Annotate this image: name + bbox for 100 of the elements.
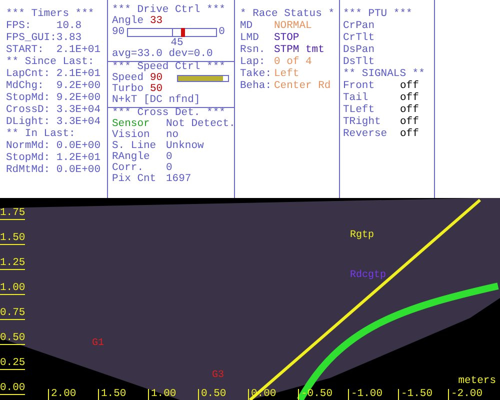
status-value: 0 of 4 xyxy=(274,56,312,68)
angle-value: 33 xyxy=(150,16,163,27)
detection-value: 0 xyxy=(166,152,172,163)
timer-label: FPS: xyxy=(6,20,32,32)
signal-value: off xyxy=(400,104,419,116)
detection-label: Sensor xyxy=(112,119,151,130)
turbo-value: 50 xyxy=(150,84,163,95)
slider-max-label: 90 xyxy=(112,27,125,38)
timer-label: NormMd: xyxy=(6,140,52,152)
timer-value: 9.2E+00 xyxy=(56,80,100,92)
axis-label: 0.50 xyxy=(198,389,226,400)
axis-label: 1.00 xyxy=(148,389,176,400)
ptu-item: DsPan xyxy=(343,44,376,56)
drive-mode: N+kT [DC nfnd] xyxy=(112,95,202,106)
marker-label: G1 xyxy=(92,338,104,349)
timer-label: CrossD: xyxy=(6,104,52,116)
detection-label: RAngle xyxy=(112,152,151,163)
axis-label: 1.25 xyxy=(0,258,26,270)
signal-label: Tail xyxy=(343,92,370,104)
detection-label: Pix Cnt xyxy=(112,174,158,185)
axis-label: -2.00 xyxy=(448,389,483,400)
angle-label: Angle xyxy=(112,16,145,27)
timer-value: 3.83 xyxy=(56,32,82,44)
section-heading: ** Since Last: xyxy=(6,56,96,68)
signal-label: TLeft xyxy=(343,104,376,116)
turbo-label: Turbo xyxy=(112,84,145,95)
axis-label: 0.25 xyxy=(0,358,26,370)
timer-label: RdMtMd: xyxy=(6,164,52,176)
status-label: Take: xyxy=(240,68,273,80)
angle-stats: avg=33.0 dev=0.0 xyxy=(112,49,214,60)
timer-label: LapCnt: xyxy=(6,68,52,80)
signal-value: off xyxy=(400,92,419,104)
axis-label: 1.75 xyxy=(0,208,26,220)
slider-mid-label: 45 xyxy=(170,38,184,49)
timer-value: 0.0E+00 xyxy=(56,164,100,176)
axis-label: 1.50 xyxy=(0,233,26,245)
section-heading: *** Timers *** xyxy=(6,8,96,20)
section-heading: ** In Last: xyxy=(6,128,76,140)
status-value: Left xyxy=(274,68,300,80)
status-value: Center Rd xyxy=(274,80,331,92)
status-label: LMD xyxy=(240,32,260,44)
detection-value: 0 xyxy=(166,163,172,174)
slider-min-label: 0 xyxy=(218,27,225,38)
status-label: Lap: xyxy=(240,56,266,68)
axis-unit: meters xyxy=(458,376,496,387)
ptu-item: CrTlt xyxy=(343,32,376,44)
axis-label: 0.00 xyxy=(0,383,26,395)
axis-label: 1.50 xyxy=(98,389,126,400)
timer-value: 9.2E+00 xyxy=(56,92,100,104)
detection-label: Vision xyxy=(112,130,150,141)
ptu-item: CrPan xyxy=(343,20,376,32)
timer-value: 2.1E+01 xyxy=(56,68,100,80)
section-heading: *** PTU *** xyxy=(343,8,414,20)
signal-label: Front xyxy=(343,80,376,92)
status-value: STPM tmt xyxy=(274,44,324,56)
axis-label: 0.75 xyxy=(0,308,26,320)
signal-label: TRight xyxy=(343,116,382,128)
detection-value: Not Detect. xyxy=(166,119,236,130)
detection-value: no xyxy=(166,130,179,141)
detection-label: S. Line xyxy=(112,141,158,152)
marker-label: Rdcgtp xyxy=(350,270,386,281)
marker-label: Rgtp xyxy=(350,230,374,241)
signal-label: Reverse xyxy=(343,128,388,140)
axis-label: -1.50 xyxy=(398,389,433,400)
timer-label: DLight: xyxy=(6,116,52,128)
timer-value: 1.2E+01 xyxy=(56,152,100,164)
section-heading: *** Speed Ctrl *** xyxy=(112,62,226,73)
signal-value: off xyxy=(400,116,419,128)
speed-label: Speed xyxy=(112,73,145,84)
axis-label: 1.00 xyxy=(0,283,26,295)
timer-value: 3.3E+04 xyxy=(56,104,100,116)
timer-value: 3.3E+04 xyxy=(56,116,100,128)
section-heading: *** Drive Ctrl *** xyxy=(112,5,226,16)
status-value: NORMAL xyxy=(274,20,312,32)
timer-label: StopMd: xyxy=(6,152,52,164)
timer-value: 2.1E+01 xyxy=(56,44,100,56)
timer-label: MdChg: xyxy=(6,80,45,92)
timer-label: FPS_GUI: xyxy=(6,32,56,44)
marker-label: G3 xyxy=(212,370,224,381)
axis-label: 2.00 xyxy=(48,389,76,400)
axis-label: -1.00 xyxy=(348,389,383,400)
timer-label: START: xyxy=(6,44,45,56)
detection-label: Corr. xyxy=(112,163,145,174)
ptu-item: DsTlt xyxy=(343,56,376,68)
axis-label: 0.50 xyxy=(0,333,26,345)
timer-value: 0.0E+00 xyxy=(56,140,100,152)
section-heading: * Race Status * xyxy=(240,8,336,20)
detection-value: 1697 xyxy=(166,174,192,185)
speed-value: 90 xyxy=(150,73,163,84)
status-label: Rsn. xyxy=(240,44,266,56)
detection-value: Unknow xyxy=(166,141,204,152)
status-label: MD xyxy=(240,20,254,32)
signal-value: off xyxy=(400,80,419,92)
status-label: Beha: xyxy=(240,80,273,92)
timer-value: 10.8 xyxy=(56,20,82,32)
signal-value: off xyxy=(400,128,419,140)
timer-label: StopMd: xyxy=(6,92,52,104)
section-heading: *** Cross Det. *** xyxy=(112,108,226,119)
status-value: STOP xyxy=(274,32,300,44)
section-heading: ** SIGNALS ** xyxy=(343,68,426,80)
